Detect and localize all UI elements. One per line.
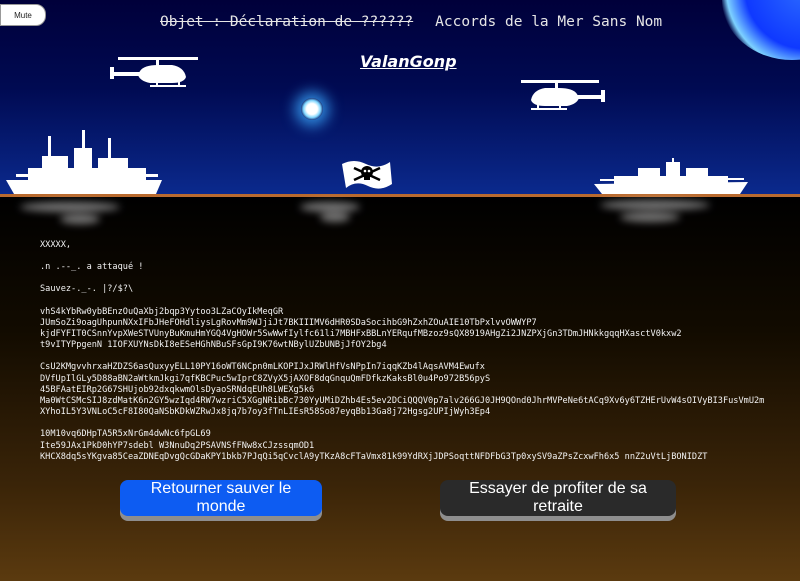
author-signature: ValanGonp (360, 52, 457, 71)
letter-line: .n .--_. a attaqué ! (40, 262, 144, 273)
letter-subject: Objet : Déclaration de ?????? (160, 14, 414, 30)
ship-reflection (600, 200, 710, 210)
cipher-line: 45BFAatEIRp2G67SHUjob92dxqkwmOlsDyaoSRNd… (40, 384, 315, 395)
cipher-block: 10M10vq6DHpTA5R5xNrGm4dwNc6fpGL69 Ite59J… (40, 429, 780, 463)
ship-reflection (60, 214, 100, 224)
cipher-line: XYhoIL5Y3VNLoC5cF8I80QaNSbKDkWZRwJx8jq7b… (40, 407, 491, 418)
letter-header: Objet : Déclaration de ?????? Accords de … (160, 14, 662, 30)
mute-button[interactable]: Mute (0, 4, 46, 26)
helicopter-icon (110, 57, 198, 87)
cipher-line: DVfUpIlGLy5D88aBN2aWtkmJkgi7qfKBCPuc5wIp… (40, 373, 491, 384)
cipher-line: kjdFYFIT0CSnnYvpXWeSTVUnyBuKmuHmYGQ4VgHO… (40, 329, 682, 340)
moon (722, 0, 800, 60)
glowing-orb (301, 98, 323, 120)
cipher-line: vhS4kYbRw0ybBEnzOuQaXbj2bqp3Yytoo3LZaCOy… (40, 306, 284, 317)
letter-line: Sauvez-._-. |?/$?\ (40, 284, 134, 295)
battleship-icon (6, 130, 162, 194)
cipher-line: Ma0WtCSMcSIJ8zdMatK6n2GY5wzIqd4RW7wzriC5… (40, 396, 765, 407)
cipher-line: KHCX8dq5sYKgva85CeaZDNEqDvgQcGDaKPY1bkb7… (40, 451, 708, 462)
cipher-line: t9vITYPpgenN 1IOFXUYNsDkI8eESeHGhNBuSFsG… (40, 340, 387, 351)
helicopter-icon (521, 80, 605, 110)
cipher-line: Ite59JAx1PkD0hYP7sdebl W3NnuDq2PSAVNSfFN… (40, 440, 315, 451)
letter-greeting: XXXXX, (40, 240, 72, 250)
ship-reflection (620, 212, 680, 222)
cipher-line: JUmSoZi9oagUhpunNXxIFbJHeFOHdliysLgRovMm… (40, 317, 537, 328)
cipher-line: CsU2KMgvvhrxaHZDZS6asQuxyyELL10PY16oWT6N… (40, 362, 485, 373)
cipher-line: 10M10vq6DHpTA5R5xNrGm4dwNc6fpGL69 (40, 429, 211, 440)
letter-body: XXXXX, .n .--_. a attaqué ! Sauvez-._-. … (40, 240, 780, 463)
cipher-block: CsU2KMgvvhrxaHZDZS6asQuxyyELL10PY16oWT6N… (40, 362, 780, 418)
battleship-icon (594, 158, 748, 194)
return-save-world-button[interactable]: Retourner sauver le monde (120, 480, 322, 516)
pirate-flag-icon (342, 161, 392, 189)
flag-reflection (300, 202, 360, 212)
cipher-block: vhS4kYbRw0ybBEnzOuQaXbj2bqp3Yytoo3LZaCOy… (40, 307, 780, 352)
enjoy-retirement-button[interactable]: Essayer de profiter de sa retraite (440, 480, 676, 516)
ship-reflection (20, 202, 120, 212)
treaty-title: Accords de la Mer Sans Nom (435, 14, 663, 30)
flag-reflection (320, 212, 350, 222)
